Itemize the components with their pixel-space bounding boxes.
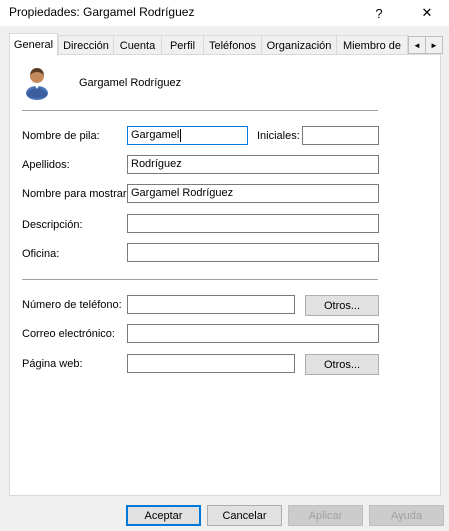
email-label: Correo electrónico: <box>22 328 115 340</box>
cancel-button[interactable]: Cancelar <box>207 505 282 526</box>
tab-general[interactable]: General <box>9 33 58 56</box>
phone-label: Número de teléfono: <box>22 299 122 311</box>
tab-telefonos[interactable]: Teléfonos <box>203 35 262 55</box>
tab-scroll-left-icon[interactable]: ◄ <box>408 36 426 54</box>
window-title: Propiedades: Gargamel Rodríguez <box>9 5 195 19</box>
description-label: Descripción: <box>22 219 83 231</box>
phone-input[interactable] <box>127 295 295 314</box>
tab-miembro-de[interactable]: Miembro de <box>336 35 408 55</box>
web-page-input[interactable] <box>127 354 295 373</box>
separator-top <box>22 110 378 111</box>
phone-other-button[interactable]: Otros... <box>305 295 379 316</box>
description-input[interactable] <box>127 214 379 233</box>
text-cursor <box>180 128 182 142</box>
display-name-input[interactable]: Gargamel Rodríguez <box>127 184 379 203</box>
general-tab-panel <box>9 54 441 496</box>
apply-button[interactable]: Aplicar <box>288 505 363 526</box>
tab-perfil[interactable]: Perfil <box>161 35 204 55</box>
tab-organizacion[interactable]: Organización <box>261 35 337 55</box>
last-name-label: Apellidos: <box>22 159 70 171</box>
tab-scroll-right-icon[interactable]: ► <box>425 36 443 54</box>
first-name-value: Gargamel <box>131 129 180 141</box>
ok-button[interactable]: Aceptar <box>126 505 201 526</box>
first-name-label: Nombre de pila: <box>22 130 100 142</box>
help-footer-button[interactable]: Ayuda <box>369 505 444 526</box>
display-name-label: Nombre para mostrar: <box>22 188 130 200</box>
web-page-other-button[interactable]: Otros... <box>305 354 379 375</box>
tab-cuenta[interactable]: Cuenta <box>113 35 162 55</box>
help-button[interactable]: ? <box>364 0 394 26</box>
initials-label: Iniciales: <box>257 130 300 142</box>
user-icon <box>24 66 50 100</box>
last-name-input[interactable]: Rodríguez <box>127 155 379 174</box>
office-input[interactable] <box>127 243 379 262</box>
email-input[interactable] <box>127 324 379 343</box>
first-name-input[interactable]: Gargamel <box>127 126 248 145</box>
initials-input[interactable] <box>302 126 379 145</box>
close-button[interactable]: ✕ <box>412 0 442 26</box>
separator-middle <box>22 279 378 280</box>
tab-strip: General Dirección Cuenta Perfil Teléfono… <box>9 33 419 56</box>
user-display-name: Gargamel Rodríguez <box>79 77 182 89</box>
office-label: Oficina: <box>22 248 60 260</box>
tab-direccion[interactable]: Dirección <box>58 35 114 55</box>
web-page-label: Página web: <box>22 358 83 370</box>
